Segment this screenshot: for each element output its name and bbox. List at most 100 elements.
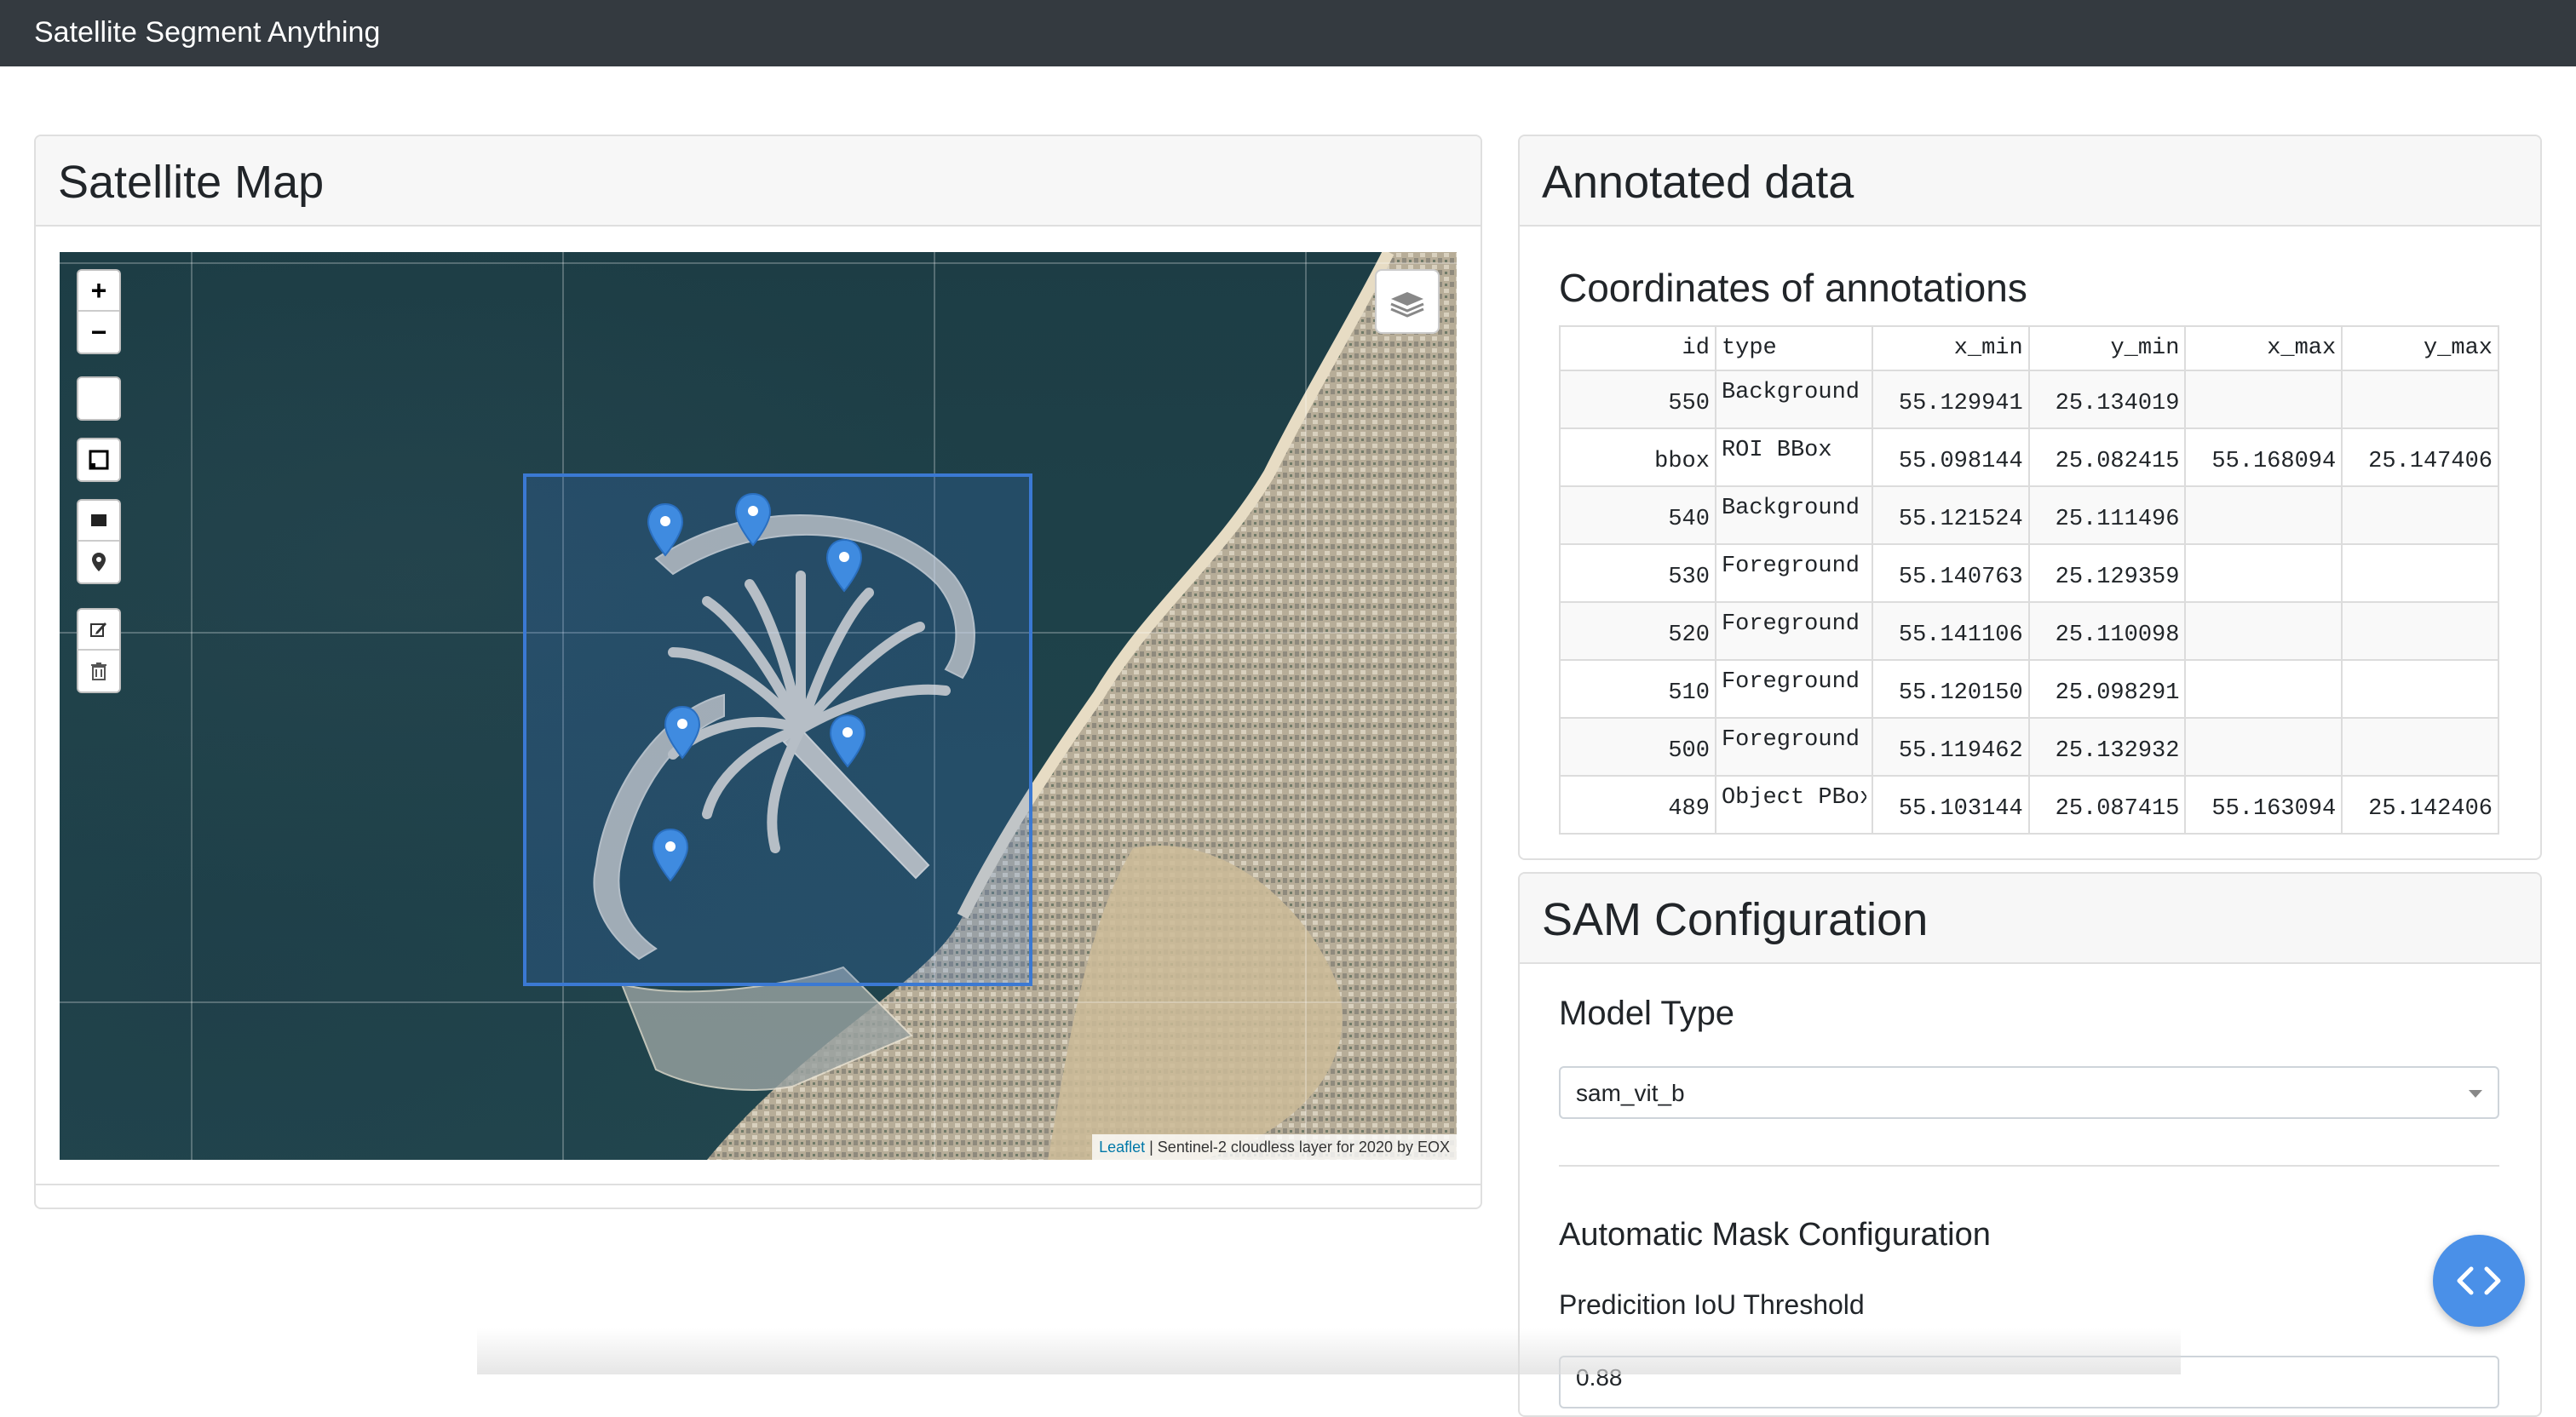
table-cell: 25.110098 [2027, 601, 2187, 661]
table-cell: 25.142406 [2341, 775, 2499, 835]
layers-icon[interactable] [1375, 269, 1440, 334]
map-marker-icon[interactable] [828, 714, 867, 770]
graticule-line [60, 1001, 1457, 1003]
map-marker-icon[interactable] [733, 492, 773, 548]
table-cell: Foreground [1714, 659, 1873, 719]
table-row: 550 Background 55.129941 25.134019 [1559, 370, 2499, 429]
table-cell: 55.141106 [1871, 601, 2030, 661]
code-icon[interactable] [2433, 1235, 2525, 1327]
fullscreen-button[interactable] [78, 378, 119, 419]
column-header[interactable]: x_min [1871, 325, 2030, 371]
card-header: Annotated data [1520, 136, 2540, 227]
table-cell: Background [1714, 485, 1873, 545]
draw-toolbar [77, 499, 121, 584]
table-cell: 25.129359 [2027, 543, 2187, 603]
zoom-out-button[interactable]: − [78, 312, 119, 353]
table-cell: 55.163094 [2184, 775, 2343, 835]
table-cell: 520 [1559, 601, 1716, 661]
map-marker-icon[interactable] [646, 502, 685, 559]
table-cell: 500 [1559, 717, 1716, 777]
table-cell [2341, 543, 2499, 603]
column-header[interactable]: y_min [2027, 325, 2187, 371]
table-cell: 25.111496 [2027, 485, 2187, 545]
bottom-shadow [477, 1328, 2181, 1374]
model-type-select[interactable]: sam_vit_b [1559, 1066, 2499, 1119]
satellite-map-card: Satellite Map + − Leaflet | Sentinel-2 c… [34, 135, 1482, 1209]
table-cell [2184, 485, 2343, 545]
card-footer [36, 1184, 1481, 1185]
chevron-down-icon [2469, 1090, 2482, 1098]
table-cell: 55.140763 [1871, 543, 2030, 603]
table-row: 530 Foreground 55.140763 25.129359 [1559, 543, 2499, 603]
table-row: 540 Background 55.121524 25.111496 [1559, 485, 2499, 545]
annotation-type: Foreground [1721, 611, 1860, 637]
divider [1559, 1165, 2499, 1167]
annotation-type: Foreground [1721, 554, 1860, 579]
annotated-data-card: Annotated data Coordinates of annotation… [1518, 135, 2542, 860]
map-attribution: Leaflet | Sentinel-2 cloudless layer for… [1092, 1134, 1457, 1160]
table-cell: 25.082415 [2027, 427, 2187, 487]
map-marker-icon[interactable] [825, 538, 864, 594]
model-type-value: sam_vit_b [1576, 1080, 1685, 1106]
table-cell [2341, 370, 2499, 429]
table-cell: 55.103144 [1871, 775, 2030, 835]
annotation-type: Background [1721, 380, 1860, 405]
table-cell: 25.132932 [2027, 717, 2187, 777]
graticule-line [60, 262, 1457, 264]
fullscreen-control [77, 376, 121, 421]
annotation-type: Background [1721, 496, 1860, 521]
table-cell: 25.087415 [2027, 775, 2187, 835]
navbar: Satellite Segment Anything [0, 0, 2576, 66]
iou-threshold-label: Predicition IoU Threshold [1559, 1289, 1865, 1320]
column-header[interactable]: y_max [2341, 325, 2499, 371]
table-cell [2184, 601, 2343, 661]
table-row: 520 Foreground 55.141106 25.110098 [1559, 601, 2499, 661]
table-cell: 25.098291 [2027, 659, 2187, 719]
table-cell: 550 [1559, 370, 1716, 429]
table-row: bbox ROI BBox 55.098144 25.082415 55.168094 2… [1559, 427, 2499, 487]
trash-icon[interactable] [78, 651, 119, 691]
table-row: 500 Foreground 55.119462 25.132932 [1559, 717, 2499, 777]
column-header[interactable]: id [1559, 325, 1716, 371]
table-row: 510 Foreground 55.120150 25.098291 [1559, 659, 2499, 719]
square-draw-icon[interactable] [78, 439, 119, 480]
marker-draw-icon[interactable] [78, 542, 119, 582]
annotations-table: id type x_min y_min x_max y_max 550 Backg… [1559, 325, 2499, 835]
table-cell [2341, 717, 2499, 777]
table-cell: 55.168094 [2184, 427, 2343, 487]
map-marker-icon[interactable] [663, 705, 702, 761]
graticule-line [1305, 252, 1307, 1160]
edit-toolbar [77, 608, 121, 693]
column-header[interactable]: type [1714, 325, 1873, 371]
automatic-mask-title: Automatic Mask Configuration [1559, 1217, 1991, 1253]
zoom-in-button[interactable]: + [78, 271, 119, 312]
table-cell: 55.121524 [1871, 485, 2030, 545]
table-cell [2184, 717, 2343, 777]
table-cell [2184, 659, 2343, 719]
model-type-label: Model Type [1559, 995, 1735, 1032]
annotation-type: ROI BBox [1721, 438, 1832, 463]
leaflet-link[interactable]: Leaflet [1099, 1139, 1145, 1156]
app-title[interactable]: Satellite Segment Anything [34, 15, 380, 49]
table-cell: Foreground [1714, 601, 1873, 661]
annotations-subtitle: Coordinates of annotations [1559, 266, 2027, 310]
table-cell: 510 [1559, 659, 1716, 719]
table-cell [2184, 543, 2343, 603]
table-cell [2341, 659, 2499, 719]
table-cell: 489 [1559, 775, 1716, 835]
card-title: Annotated data [1542, 157, 1854, 208]
table-cell: Foreground [1714, 543, 1873, 603]
edit-icon[interactable] [78, 610, 119, 651]
table-cell [2341, 601, 2499, 661]
rectangle-draw-icon[interactable] [78, 501, 119, 542]
map-marker-icon[interactable] [651, 828, 690, 884]
roi-bounding-box[interactable] [523, 473, 1032, 986]
card-header: Satellite Map [36, 136, 1481, 227]
table-cell [2341, 485, 2499, 545]
annotation-type: Object PBox [1721, 785, 1866, 811]
annotation-type: Foreground [1721, 669, 1860, 695]
table-cell: bbox [1559, 427, 1716, 487]
satellite-map[interactable]: + − Leaflet | Sentinel-2 cloudless layer… [60, 252, 1457, 1160]
table-cell: 55.098144 [1871, 427, 2030, 487]
column-header[interactable]: x_max [2184, 325, 2343, 371]
